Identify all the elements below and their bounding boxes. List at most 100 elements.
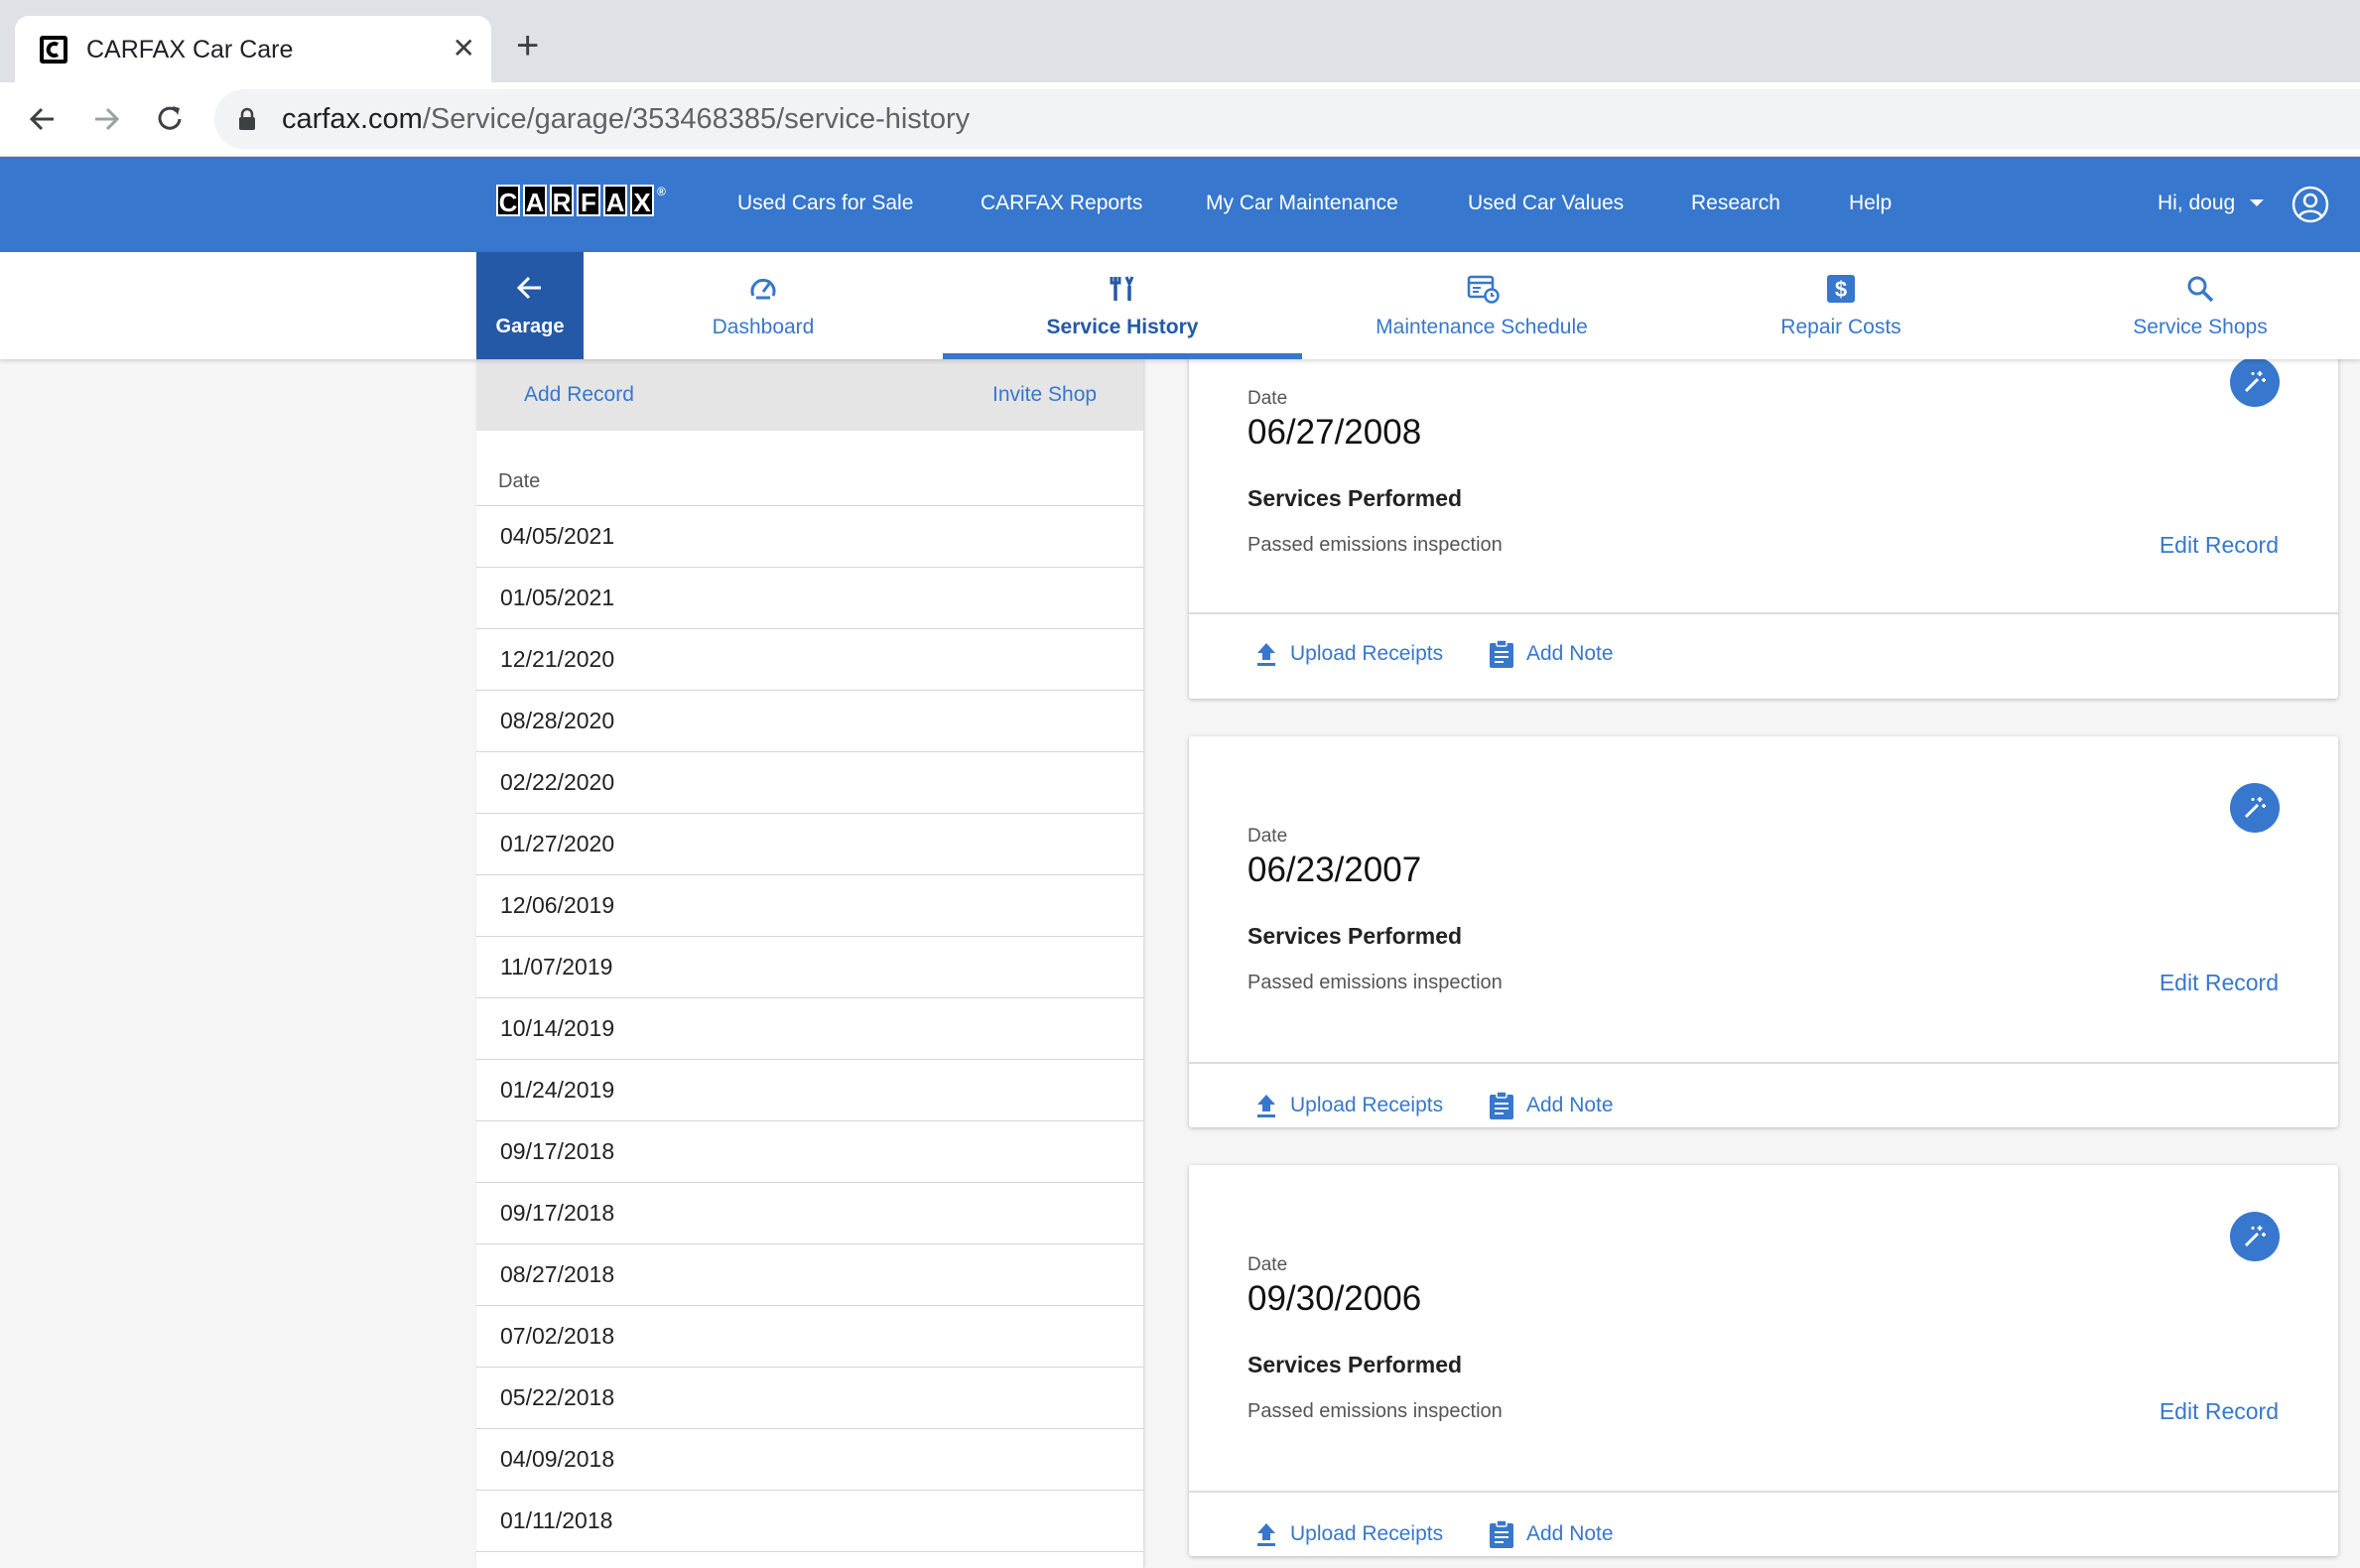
service-date-panel: Add Record Invite Shop Date 04/05/2021 0… — [476, 359, 1143, 1568]
date-list-item[interactable]: 08/27/2018 — [476, 1244, 1143, 1306]
garage-back-button[interactable]: Garage — [476, 252, 584, 359]
record-date: 06/27/2008 — [1247, 413, 1422, 452]
add-note-button[interactable]: Add Note — [1489, 1519, 1614, 1549]
tab-label: Dashboard — [712, 316, 815, 338]
garage-subnav: Garage Dashboard Service History Mainten… — [0, 252, 2360, 359]
date-list-item[interactable]: 12/21/2020 — [476, 629, 1143, 691]
date-list-item[interactable]: 11/07/2019 — [476, 937, 1143, 998]
logo-letter: C — [496, 185, 520, 217]
back-arrow-icon[interactable] — [24, 100, 62, 138]
upload-icon — [1257, 643, 1275, 666]
date-list-item[interactable]: 04/09/2018 — [476, 1429, 1143, 1491]
clipboard-icon — [1490, 1091, 1513, 1119]
carfax-logo[interactable]: C A R F A X ® — [496, 185, 669, 220]
nav-link-car-maintenance[interactable]: My Car Maintenance — [1206, 191, 1398, 216]
date-list-item[interactable]: 09/17/2018 — [476, 1121, 1143, 1183]
upload-receipts-label: Upload Receipts — [1290, 1522, 1444, 1545]
date-list-item[interactable]: 08/28/2020 — [476, 691, 1143, 752]
services-performed-label: Services Performed — [1247, 923, 1463, 949]
logo-letter: F — [577, 185, 600, 217]
record-date-label: Date — [1247, 1254, 1288, 1275]
new-tab-icon[interactable]: + — [516, 26, 539, 65]
logo-letter: X — [630, 185, 654, 217]
date-column-header: Date — [498, 470, 541, 492]
upload-receipts-label: Upload Receipts — [1290, 1094, 1444, 1116]
upload-receipts-button[interactable]: Upload Receipts — [1254, 1093, 1443, 1118]
edit-record-link[interactable]: Edit Record — [2160, 532, 2279, 559]
nav-link-used-cars[interactable]: Used Cars for Sale — [737, 191, 913, 216]
url-host: carfax.com — [282, 103, 423, 135]
url-text: carfax.com/Service/garage/353468385/serv… — [282, 103, 970, 135]
nav-link-car-values[interactable]: Used Car Values — [1468, 191, 1624, 216]
date-list-item[interactable]: 10/14/2019 — [476, 998, 1143, 1060]
date-list-item[interactable]: 07/02/2018 — [476, 1306, 1143, 1368]
services-performed-text: Passed emissions inspection — [1247, 972, 1503, 993]
logo-letter: A — [603, 185, 627, 217]
date-list-item[interactable]: 01/05/2021 — [476, 568, 1143, 629]
date-list-item[interactable]: 02/22/2020 — [476, 752, 1143, 814]
calendar-clock-icon — [1467, 275, 1500, 304]
magic-wand-icon — [2244, 797, 2266, 819]
edit-magic-button[interactable] — [2230, 1212, 2280, 1261]
upload-receipts-button[interactable]: Upload Receipts — [1254, 1521, 1443, 1547]
upload-receipts-button[interactable]: Upload Receipts — [1254, 641, 1443, 667]
reload-icon[interactable] — [151, 100, 189, 138]
caret-down-icon — [2250, 199, 2265, 207]
upload-icon — [1257, 1523, 1275, 1546]
add-record-link[interactable]: Add Record — [524, 382, 634, 408]
edit-record-link[interactable]: Edit Record — [2160, 1398, 2279, 1425]
service-record-card: Date 06/23/2007 Services Performed Passe… — [1189, 736, 2338, 1127]
date-list-item[interactable]: 01/11/2018 — [476, 1491, 1143, 1552]
tab-dashboard[interactable]: Dashboard — [584, 252, 943, 359]
add-note-button[interactable]: Add Note — [1489, 639, 1614, 669]
record-actions-bar: Add Record Invite Shop — [476, 359, 1143, 431]
add-note-button[interactable]: Add Note — [1489, 1091, 1614, 1120]
close-tab-icon[interactable]: ✕ — [453, 34, 475, 64]
carfax-favicon-icon — [40, 36, 67, 64]
tab-repair-costs[interactable]: $ Repair Costs — [1661, 252, 2021, 359]
tab-service-shops[interactable]: Service Shops — [2021, 252, 2360, 359]
forward-arrow-icon[interactable] — [87, 100, 125, 138]
address-bar[interactable]: carfax.com/Service/garage/353468385/serv… — [214, 89, 2360, 149]
clipboard-icon — [1490, 1519, 1513, 1548]
nav-link-research[interactable]: Research — [1691, 191, 1780, 216]
edit-magic-button[interactable] — [2230, 357, 2280, 407]
service-record-card: Date 09/30/2006 Services Performed Passe… — [1189, 1165, 2338, 1556]
services-performed-text: Passed emissions inspection — [1247, 534, 1503, 556]
services-performed-label: Services Performed — [1247, 485, 1463, 511]
date-list-item[interactable]: 01/24/2019 — [476, 1060, 1143, 1121]
date-list-item[interactable]: 12/06/2019 — [476, 875, 1143, 937]
url-path: /Service/garage/353468385/service-histor… — [422, 103, 971, 135]
record-date: 09/30/2006 — [1247, 1279, 1422, 1318]
nav-link-help[interactable]: Help — [1849, 191, 1892, 216]
search-icon — [2187, 276, 2214, 303]
services-performed-text: Passed emissions inspection — [1247, 1400, 1503, 1422]
add-note-label: Add Note — [1526, 642, 1614, 665]
services-performed-label: Services Performed — [1247, 1352, 1463, 1377]
edit-magic-button[interactable] — [2230, 783, 2280, 833]
card-divider — [1189, 1062, 2338, 1064]
browser-tab[interactable]: CARFAX Car Care ✕ — [15, 16, 491, 82]
browser-tabstrip: CARFAX Car Care ✕ + — [0, 0, 2360, 82]
edit-record-link[interactable]: Edit Record — [2160, 970, 2279, 996]
user-menu[interactable]: Hi, doug — [2158, 191, 2265, 216]
date-list-item[interactable]: 09/17/2018 — [476, 1183, 1143, 1244]
record-date: 06/23/2007 — [1247, 850, 1422, 889]
card-divider — [1189, 612, 2338, 614]
tab-label: Service Shops — [2133, 316, 2268, 338]
magic-wand-icon — [2244, 371, 2266, 393]
date-list-item[interactable]: 04/05/2021 — [476, 506, 1143, 568]
logo-registered-mark: ® — [657, 185, 666, 198]
user-avatar-icon[interactable] — [2292, 186, 2329, 223]
tab-service-history[interactable]: Service History — [943, 252, 1302, 359]
invite-shop-link[interactable]: Invite Shop — [992, 382, 1097, 408]
tab-label: Maintenance Schedule — [1376, 316, 1588, 338]
tab-maintenance-schedule[interactable]: Maintenance Schedule — [1302, 252, 1661, 359]
date-list-item[interactable]: 01/27/2020 — [476, 814, 1143, 875]
lock-icon — [239, 107, 255, 130]
logo-letter: A — [523, 185, 547, 217]
nav-link-carfax-reports[interactable]: CARFAX Reports — [981, 191, 1142, 216]
dollar-icon: $ — [1827, 275, 1855, 303]
date-list-item[interactable]: 05/22/2018 — [476, 1368, 1143, 1429]
user-greeting: Hi, doug — [2158, 192, 2236, 214]
